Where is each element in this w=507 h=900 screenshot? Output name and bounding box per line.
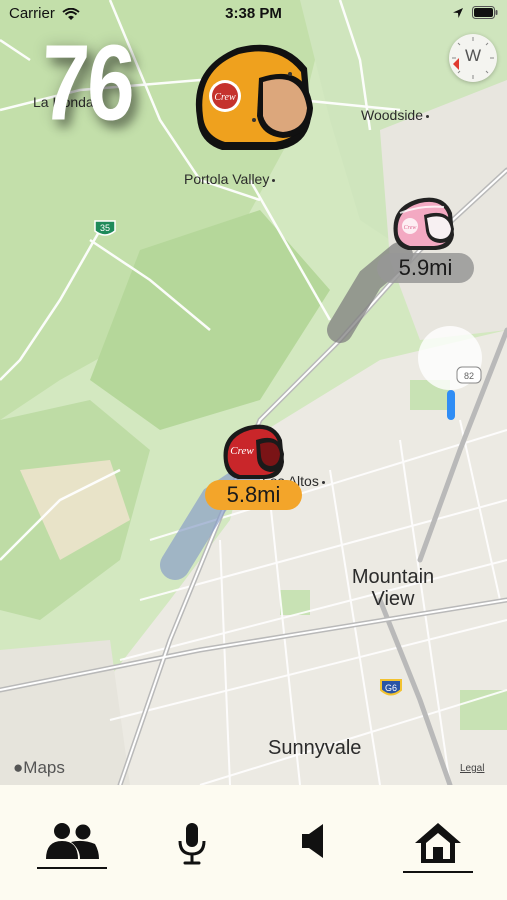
group-icon xyxy=(46,823,99,859)
highway-shield-g6: G6 xyxy=(380,679,402,696)
svg-text:Crew: Crew xyxy=(214,92,236,103)
place-label-portola-valley: Portola Valley xyxy=(184,171,276,187)
svg-text:82: 82 xyxy=(464,371,474,381)
tab-group-indicator xyxy=(37,867,107,869)
tab-speaker[interactable] xyxy=(273,821,353,881)
compass-heading: W xyxy=(464,46,482,65)
tab-group[interactable] xyxy=(32,821,112,881)
tab-microphone[interactable] xyxy=(152,821,232,881)
rider-helmet-red[interactable]: Crew xyxy=(220,420,288,482)
home-icon xyxy=(415,823,461,863)
location-arrow-icon xyxy=(453,7,463,18)
highway-shield-82: 82 xyxy=(456,366,482,384)
tab-home-indicator xyxy=(403,871,473,873)
place-label-mountain-view: Mountain View xyxy=(351,566,435,610)
microphone-icon xyxy=(178,823,206,865)
battery-icon xyxy=(472,6,498,19)
svg-text:G6: G6 xyxy=(385,683,397,693)
rider-distance-badge: 5.9mi xyxy=(377,253,474,283)
svg-text:Crew: Crew xyxy=(404,225,417,231)
speaker-icon xyxy=(302,824,323,858)
compass-button[interactable]: W xyxy=(449,34,497,82)
maps-attribution: ●Maps xyxy=(13,758,65,777)
svg-text:35: 35 xyxy=(100,223,110,233)
speed-readout: 76 xyxy=(38,23,136,144)
svg-text:Crew: Crew xyxy=(230,445,254,457)
highway-shield-35: 35 xyxy=(94,220,116,236)
rider-helmet-orange[interactable]: Crew xyxy=(187,38,321,156)
place-label-woodside: Woodside xyxy=(361,107,430,123)
status-bar: Carrier 3:38 PM xyxy=(0,0,507,28)
apple-logo-icon: ● xyxy=(13,758,24,777)
rider-helmet-pink[interactable]: Crew xyxy=(390,193,458,253)
tab-home[interactable] xyxy=(398,821,478,881)
place-label-sunnyvale: Sunnyvale xyxy=(268,737,362,759)
rider-distance-badge: 5.8mi xyxy=(205,480,302,510)
legal-link[interactable]: Legal xyxy=(460,763,484,774)
bottom-tab-bar xyxy=(0,785,507,900)
status-time: 3:38 PM xyxy=(225,5,282,22)
